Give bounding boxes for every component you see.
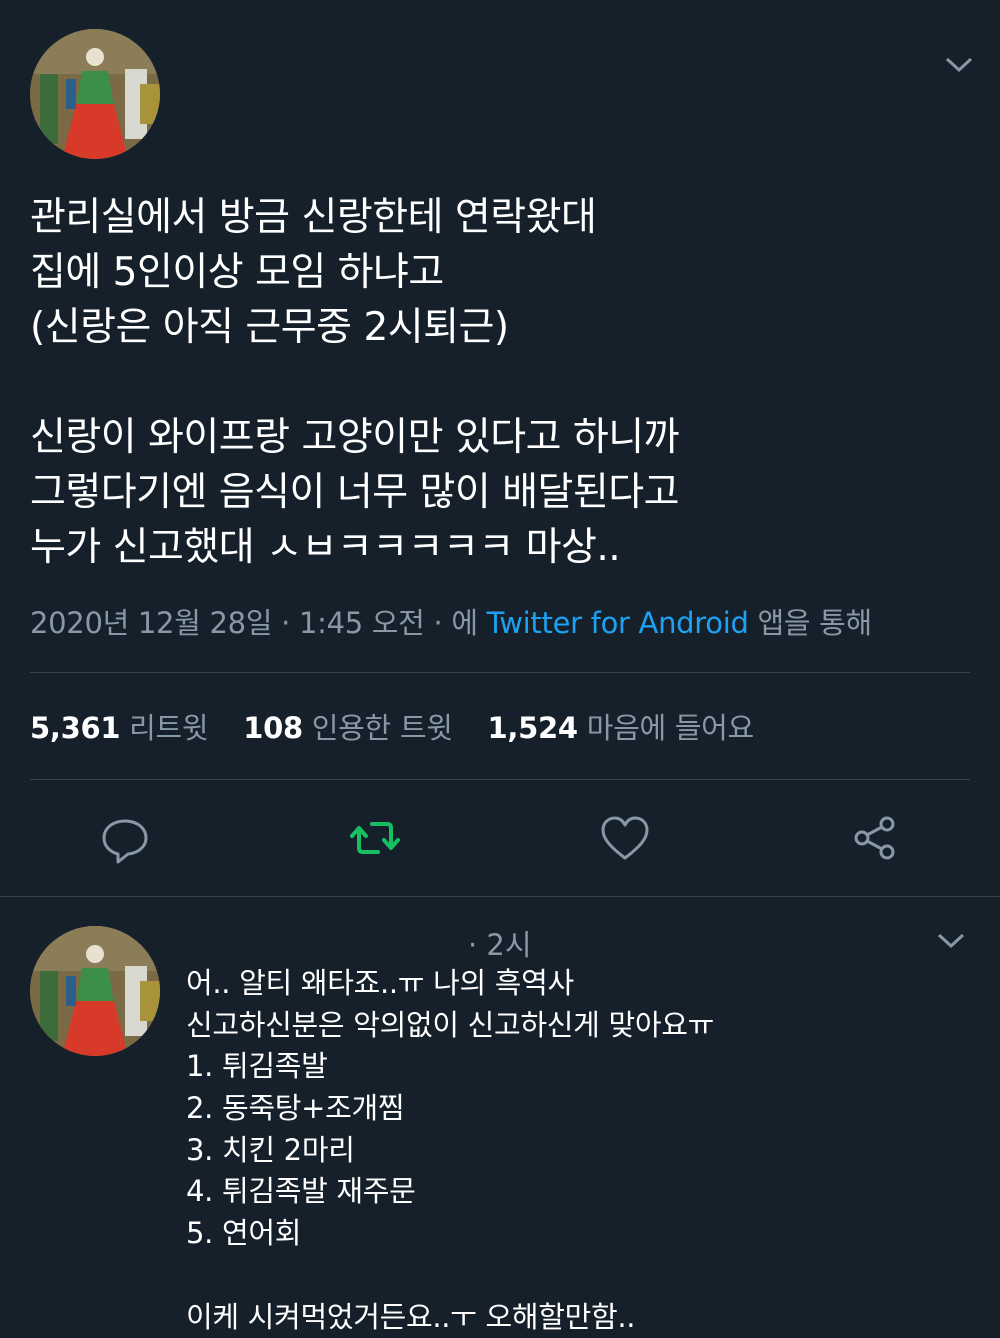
tweet-line: 집에 5인이상 모임 하냐고 [30,245,970,300]
tweet-text: 관리실에서 방금 신랑한테 연락왔대 집에 5인이상 모임 하냐고 (신랑은 아… [30,190,970,575]
reply-menu-chevron-icon[interactable] [936,930,966,950]
reply-line: 이케 시켜먹었거든요..ㅜ 오해할만함.. [186,1297,976,1338]
avatar-image [30,926,160,1056]
reply-text: 어.. 알티 왜타죠..ㅠ 나의 흑역사 신고하신분은 악의없이 신고하신게 맞… [186,963,976,1338]
tweet-menu-chevron-icon[interactable] [944,54,974,74]
tweet-line: 그렇다기엔 음식이 너무 많이 배달된다고 [30,465,970,520]
share-button[interactable] [845,808,905,868]
tweet-stats: 5,361 리트윗 108 인용한 트윗 1,524 마음에 들어요 [30,705,780,747]
divider [30,779,970,780]
reply-button[interactable] [95,808,155,868]
reply-line: 신고하신분은 악의없이 신고하신게 맞아요ㅠ [186,1005,976,1047]
quotes-label: 인용한 트윗 [312,711,453,745]
divider [30,672,970,673]
reply-line: 3. 치킨 2마리 [186,1130,976,1172]
meta-separator: · [281,606,290,640]
reply-line: 어.. 알티 왜타죠..ㅠ 나의 흑역사 [186,963,976,1005]
retweet-icon [345,808,405,868]
reply-line: 4. 튀김족발 재주문 [186,1171,976,1213]
meta-separator: · [433,606,442,640]
likes-stat[interactable]: 1,524 마음에 들어요 [488,711,780,745]
heart-icon [595,808,655,868]
tweet-line: 누가 신고했대 ㅅㅂㅋㅋㅋㅋㅋ 마상.. [30,520,970,575]
reply-line: 5. 연어회 [186,1213,976,1255]
tweet-meta: 2020년 12월 28일 · 1:45 오전 · 에 Twitter for … [30,600,872,642]
quotes-count: 108 [243,711,303,745]
via-prefix: 에 [451,606,477,640]
retweets-label: 리트윗 [129,711,208,745]
tweet-line: 신랑이 와이프랑 고양이만 있다고 하니까 [30,410,970,465]
reply-timestamp: · 2시 [468,922,532,964]
likes-label: 마음에 들어요 [587,711,754,745]
quotes-stat[interactable]: 108 인용한 트윗 [243,711,478,745]
tweet-time: 1:45 오전 [299,606,425,640]
retweets-stat[interactable]: 5,361 리트윗 [30,711,234,745]
author-avatar[interactable] [30,29,160,159]
reply-icon [95,808,155,868]
reply-author-avatar[interactable] [30,926,160,1056]
retweets-count: 5,361 [30,711,120,745]
thread-separator [0,896,1000,897]
tweet-line: 관리실에서 방금 신랑한테 연락왔대 [30,190,970,245]
tweet-date: 2020년 12월 28일 [30,606,272,640]
tweet-line: (신랑은 아직 근무중 2시퇴근) [30,300,970,355]
like-button[interactable] [595,808,655,868]
retweet-button[interactable] [345,808,405,868]
reply-line [186,1255,976,1297]
avatar-image [30,29,160,159]
likes-count: 1,524 [488,711,578,745]
tweet-line [30,355,970,410]
share-icon [845,808,905,868]
reply-line: 1. 튀김족발 [186,1046,976,1088]
via-suffix: 앱을 통해 [758,606,872,640]
tweet-source-link[interactable]: Twitter for Android [487,606,749,640]
reply-line: 2. 동죽탕+조개찜 [186,1088,976,1130]
